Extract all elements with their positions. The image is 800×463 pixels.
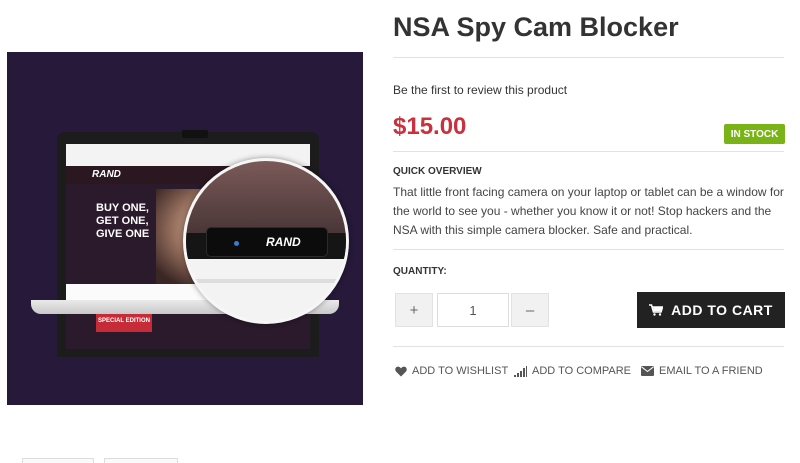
site-logo: RAND [92, 169, 121, 180]
review-link[interactable]: Be the first to review this product [393, 83, 567, 97]
add-to-cart-button[interactable]: ADD TO CART [637, 292, 785, 328]
quantity-input[interactable] [437, 293, 509, 327]
tab-description[interactable] [22, 458, 94, 463]
stock-badge: IN STOCK [724, 124, 785, 144]
overview-text: That little front facing camera on your … [393, 185, 784, 237]
product-title: NSA Spy Cam Blocker [393, 12, 679, 42]
blocker-brand: RAND [266, 235, 301, 249]
magnified-lower [186, 259, 346, 321]
add-to-cart-label: ADD TO CART [671, 302, 773, 318]
divider [393, 151, 784, 152]
quantity-increase-button[interactable]: + [395, 293, 433, 327]
quantity-decrease-button[interactable]: – [511, 293, 549, 327]
email-label: EMAIL TO A FRIEND [659, 365, 763, 377]
divider [393, 249, 784, 250]
camera-lens [234, 241, 239, 246]
camera-blocker-thumb [182, 130, 208, 138]
divider [393, 346, 784, 347]
product-image[interactable]: RAND BUY ONE, GET ONE, GIVE ONE SPECIAL … [7, 52, 363, 405]
cart-icon [649, 304, 664, 316]
overview-heading: QUICK OVERVIEW [393, 166, 482, 177]
add-to-wishlist-link[interactable]: ADD TO WISHLIST [395, 365, 508, 377]
wishlist-label: ADD TO WISHLIST [412, 365, 509, 377]
bar-chart-icon [514, 365, 527, 377]
compare-label: ADD TO COMPARE [532, 365, 632, 377]
magnified-line [186, 279, 346, 283]
quantity-label: QUANTITY: [393, 266, 447, 277]
email-friend-link[interactable]: EMAIL TO A FRIEND [641, 365, 763, 377]
product-price: $15.00 [393, 113, 467, 140]
heart-icon [395, 366, 407, 376]
envelope-icon [641, 366, 654, 376]
add-to-compare-link[interactable]: ADD TO COMPARE [514, 365, 631, 377]
magnifier-circle: RAND [183, 158, 349, 324]
tab-reviews[interactable] [104, 458, 178, 463]
divider [393, 57, 784, 58]
hero-text: BUY ONE, GET ONE, GIVE ONE [96, 202, 150, 240]
